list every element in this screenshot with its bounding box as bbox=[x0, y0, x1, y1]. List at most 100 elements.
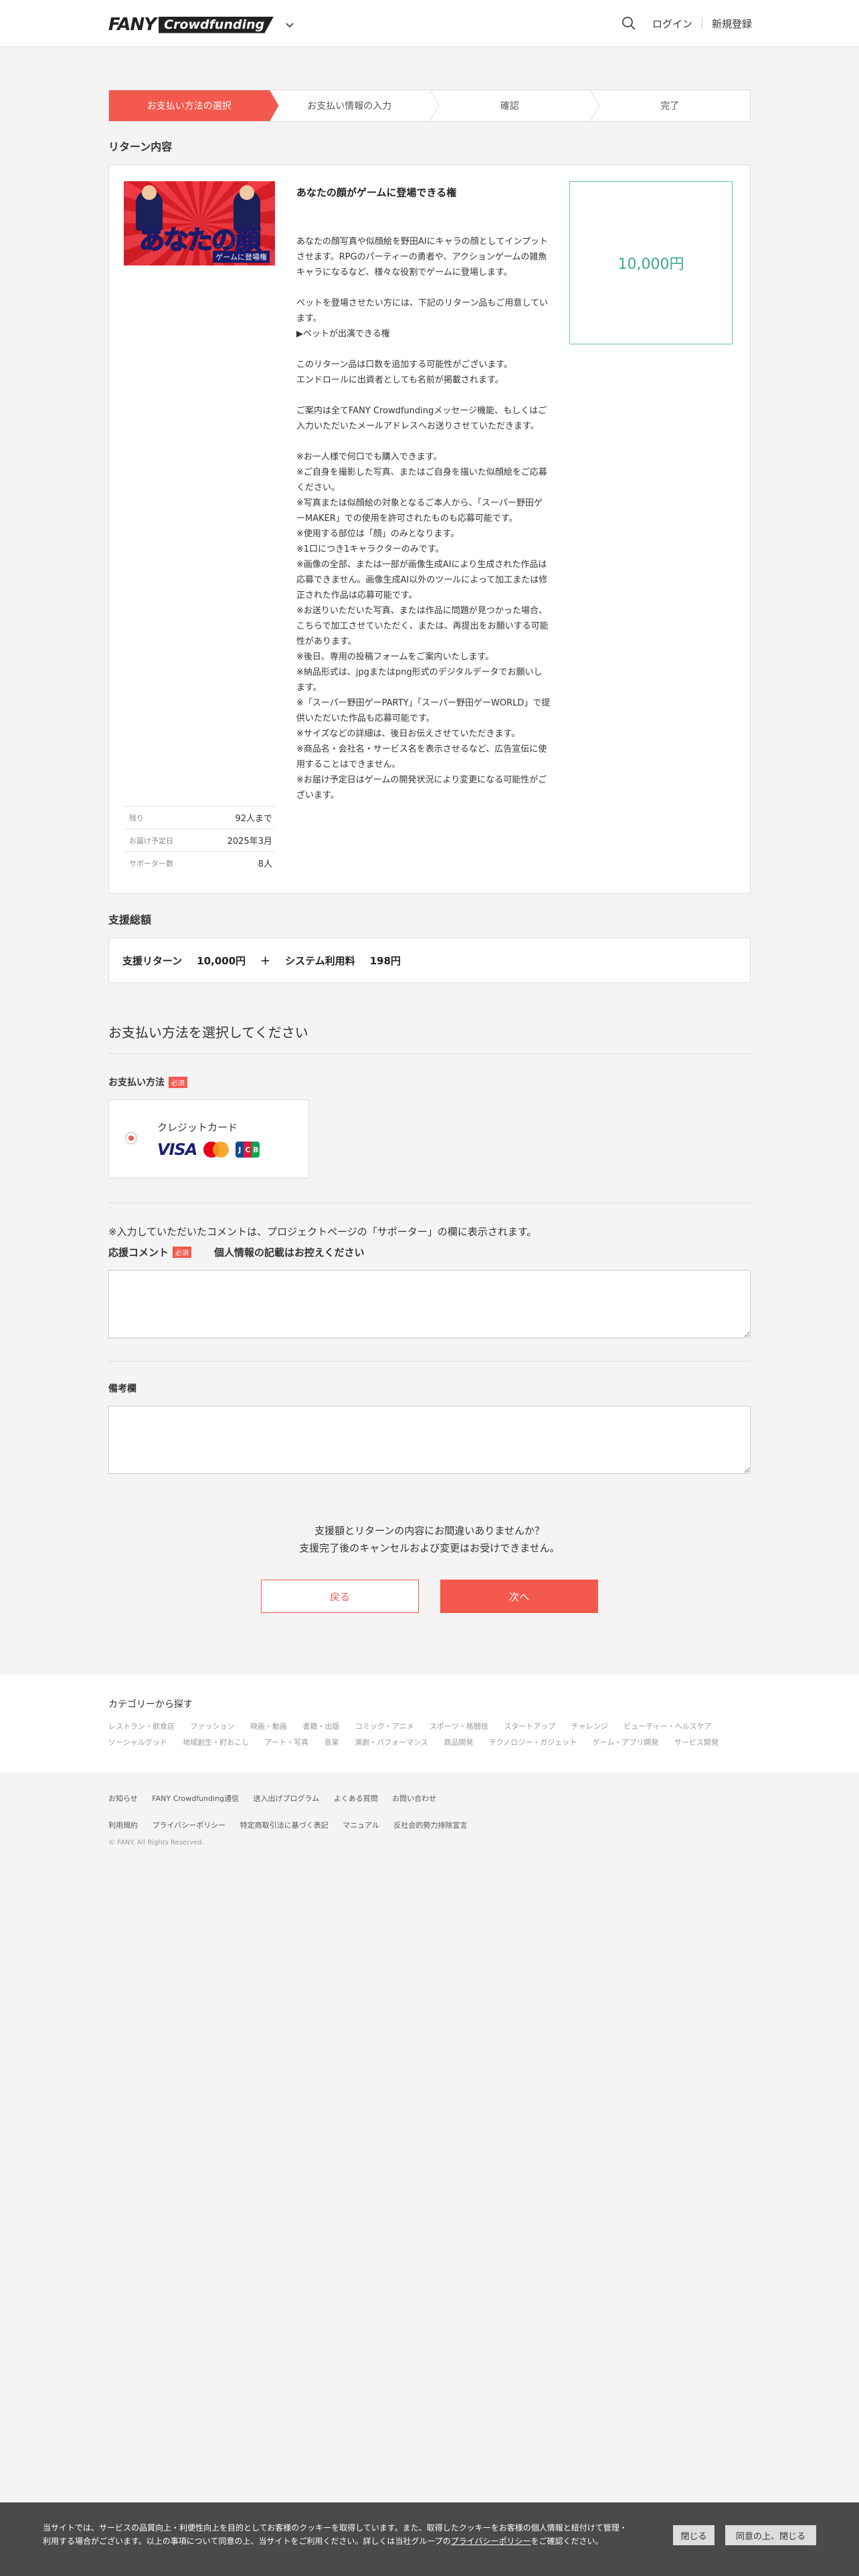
return-section-title: リターン内容 bbox=[108, 140, 173, 153]
footer-link[interactable]: 送入出げプログラム bbox=[254, 1786, 320, 1812]
privacy-warning: 個人情報の記載はお控えください bbox=[214, 1247, 365, 1259]
return-price-area: 10,000円 bbox=[569, 181, 733, 874]
footer-categories: カテゴリーから探す レストラン・飲食店 ファッション 映画・動画 書籍・出版 コ… bbox=[0, 1675, 859, 1772]
payment-option-credit-card[interactable]: クレジットカード VISA JCB bbox=[108, 1099, 309, 1178]
signup-link[interactable]: 新規登録 bbox=[712, 17, 752, 31]
confirm-line: 支援額とリターンの内容にお間違いありませんか？ bbox=[314, 1525, 545, 1537]
comment-label: 応援コメント bbox=[108, 1247, 169, 1259]
logo-fany: FANY bbox=[108, 15, 157, 35]
meta-key: お届け予定日 bbox=[129, 836, 173, 845]
main-content: お支払い方法の選択 お支払い情報の入力 確認 完了 リターン内容 あなたの顔 ゲ… bbox=[108, 90, 751, 1613]
meta-delivery: お届け予定日 2025年3月 bbox=[124, 829, 275, 851]
return-card: あなたの顔 ゲームに登場権 残り 92人まで お届け予定日 2025年3月 サポ… bbox=[108, 165, 751, 893]
payment-radio[interactable] bbox=[125, 1132, 137, 1144]
total-plus: ＋ bbox=[260, 954, 271, 967]
payment-label-row: お支払い方法 必須 bbox=[108, 1075, 751, 1089]
category-link[interactable]: ソーシャルグッド bbox=[108, 1735, 167, 1751]
mastercard-icon bbox=[203, 1142, 229, 1158]
jcb-icon: JCB bbox=[235, 1142, 260, 1158]
footer-link[interactable]: よくある質問 bbox=[334, 1786, 378, 1812]
category-link[interactable]: 映画・動画 bbox=[250, 1719, 287, 1735]
category-link[interactable]: ファッション bbox=[191, 1719, 235, 1735]
return-image: あなたの顔 ゲームに登場権 bbox=[124, 181, 275, 265]
footer-link[interactable]: プライバシーポリシー bbox=[153, 1812, 226, 1839]
section-divider bbox=[108, 1361, 751, 1362]
total-fee-amount: 198円 bbox=[369, 954, 401, 967]
footer-category-links: レストラン・飲食店 ファッション 映画・動画 書籍・出版 コミック・アニメ スポ… bbox=[108, 1719, 751, 1751]
payment-label: お支払い方法 bbox=[108, 1077, 165, 1088]
step-arrow-icon bbox=[589, 90, 599, 122]
login-link[interactable]: ログイン bbox=[652, 17, 692, 31]
step-label: お支払い方法の選択 bbox=[147, 101, 231, 112]
footer-links: お知らせ FANY Crowdfunding通信 送入出げプログラム よくある質… bbox=[108, 1786, 751, 1846]
required-badge: 必須 bbox=[173, 1247, 192, 1258]
total-section-title: 支援総額 bbox=[108, 914, 152, 926]
remarks-input[interactable] bbox=[108, 1406, 751, 1474]
meta-supporters: サポーター数 8人 bbox=[124, 851, 275, 874]
card-brands: VISA JCB bbox=[157, 1140, 260, 1159]
support-comment-input[interactable] bbox=[108, 1270, 751, 1338]
credit-card-label: クレジットカード bbox=[157, 1121, 238, 1134]
back-button[interactable]: 戻る bbox=[261, 1580, 419, 1613]
site-logo[interactable]: FANY Crowdfunding bbox=[108, 15, 295, 35]
category-link[interactable]: 書籍・出版 bbox=[303, 1719, 340, 1735]
step-label: お支払い情報の入力 bbox=[307, 101, 392, 112]
footer-link[interactable]: FANY Crowdfunding通信 bbox=[152, 1786, 239, 1812]
meta-value: 2025年3月 bbox=[227, 837, 272, 847]
meta-value: 8人 bbox=[258, 859, 272, 869]
footer-link[interactable]: マニュアル bbox=[343, 1812, 379, 1839]
footer-link[interactable]: 反社会的勢力排除宣言 bbox=[393, 1812, 467, 1839]
category-link[interactable]: レストラン・飲食店 bbox=[108, 1719, 175, 1735]
category-link[interactable]: サービス開発 bbox=[674, 1735, 719, 1751]
category-link[interactable]: スポーツ・格闘技 bbox=[430, 1719, 488, 1735]
return-meta: 残り 92人まで お届け予定日 2025年3月 サポーター数 8人 bbox=[124, 806, 275, 874]
cookie-agree-button[interactable]: 同意の上、閉じる bbox=[725, 2525, 816, 2545]
category-link[interactable]: テクノロジー・ガジェット bbox=[489, 1735, 577, 1751]
footer-link[interactable]: お問い合わせ bbox=[392, 1786, 436, 1812]
return-price: 10,000円 bbox=[569, 181, 733, 344]
step-label: 完了 bbox=[660, 101, 680, 112]
step-payment-info: お支払い情報の入力 bbox=[270, 90, 439, 122]
step-label: 確認 bbox=[500, 101, 519, 112]
remarks-label-row: 備考欄 bbox=[108, 1382, 751, 1395]
confirm-line: 支援完了後のキャンセルおよび変更はお受けできません。 bbox=[299, 1542, 560, 1554]
next-button[interactable]: 次へ bbox=[440, 1580, 598, 1613]
chevron-down-icon[interactable] bbox=[284, 19, 295, 30]
progress-steps: お支払い方法の選択 お支払い情報の入力 確認 完了 bbox=[108, 90, 751, 122]
step-select-payment: お支払い方法の選択 bbox=[109, 90, 279, 122]
category-link[interactable]: コミック・アニメ bbox=[355, 1719, 414, 1735]
cookie-banner: 当サイトでは、サービスの品質向上・利便性向上を目的としてお客様のクッキーを取得し… bbox=[0, 2502, 859, 2576]
cookie-close-button[interactable]: 閉じる bbox=[673, 2525, 714, 2545]
footer-link[interactable]: 利用規約 bbox=[108, 1812, 138, 1839]
search-icon[interactable] bbox=[622, 16, 636, 31]
step-arrow-icon bbox=[430, 90, 439, 122]
category-link[interactable]: アート・写真 bbox=[265, 1735, 308, 1751]
copyright: © FANY. All Rights Reserved. bbox=[108, 1839, 204, 1846]
return-description: あなたの顔写真や似顔絵を野田AIにキャラの顔としてインプットさせます。RPGのパ… bbox=[296, 237, 551, 800]
category-link[interactable]: 演劇・パフォーマンス bbox=[355, 1735, 428, 1751]
footer-link[interactable]: 特定商取引法に基づく表記 bbox=[240, 1812, 328, 1839]
comment-note: ※入力していただいたコメントは、プロジェクトページの「サポーター」の欄に表示され… bbox=[108, 1226, 537, 1238]
category-link[interactable]: ビューティー・ヘルスケア bbox=[624, 1719, 711, 1735]
privacy-policy-link[interactable]: プライバシーポリシー bbox=[451, 2537, 531, 2546]
comment-label-row: 応援コメント 必須 個人情報の記載はお控えください bbox=[108, 1245, 751, 1259]
category-link[interactable]: 商品開発 bbox=[444, 1735, 473, 1751]
category-link[interactable]: 音楽 bbox=[324, 1735, 339, 1751]
footer-row-1: お知らせ FANY Crowdfunding通信 送入出げプログラム よくある質… bbox=[108, 1786, 751, 1812]
cookie-text: 当サイトでは、サービスの品質向上・利便性向上を目的としてお客様のクッキーを取得し… bbox=[43, 2521, 634, 2548]
footer-row-2: 利用規約 プライバシーポリシー 特定商取引法に基づく表記 マニュアル 反社会的勢… bbox=[108, 1812, 751, 1839]
action-buttons: 戻る 次へ bbox=[108, 1580, 751, 1613]
step-confirm: 確認 bbox=[430, 90, 599, 122]
meta-key: サポーター数 bbox=[129, 859, 173, 868]
cookie-text-after: をご確認ください。 bbox=[531, 2537, 603, 2546]
step-arrow-icon bbox=[269, 90, 279, 122]
return-details: あなたの顔がゲームに登場できる権 あなたの顔写真や似顔絵を野田AIにキャラの顔と… bbox=[296, 181, 551, 874]
footer-link[interactable]: お知らせ bbox=[108, 1786, 138, 1812]
category-link[interactable]: チャレンジ bbox=[571, 1719, 608, 1735]
category-link[interactable]: スタートアップ bbox=[504, 1719, 555, 1735]
category-link[interactable]: 地域創生・町おこし bbox=[183, 1735, 249, 1751]
confirm-text: 支援額とリターンの内容にお間違いありませんか？ 支援完了後のキャンセルおよび変更… bbox=[108, 1522, 751, 1557]
category-link[interactable]: ゲーム・アプリ開発 bbox=[593, 1735, 659, 1751]
return-name: あなたの顔がゲームに登場できる権 bbox=[296, 187, 457, 199]
total-return-amount: 10,000円 bbox=[197, 954, 246, 967]
